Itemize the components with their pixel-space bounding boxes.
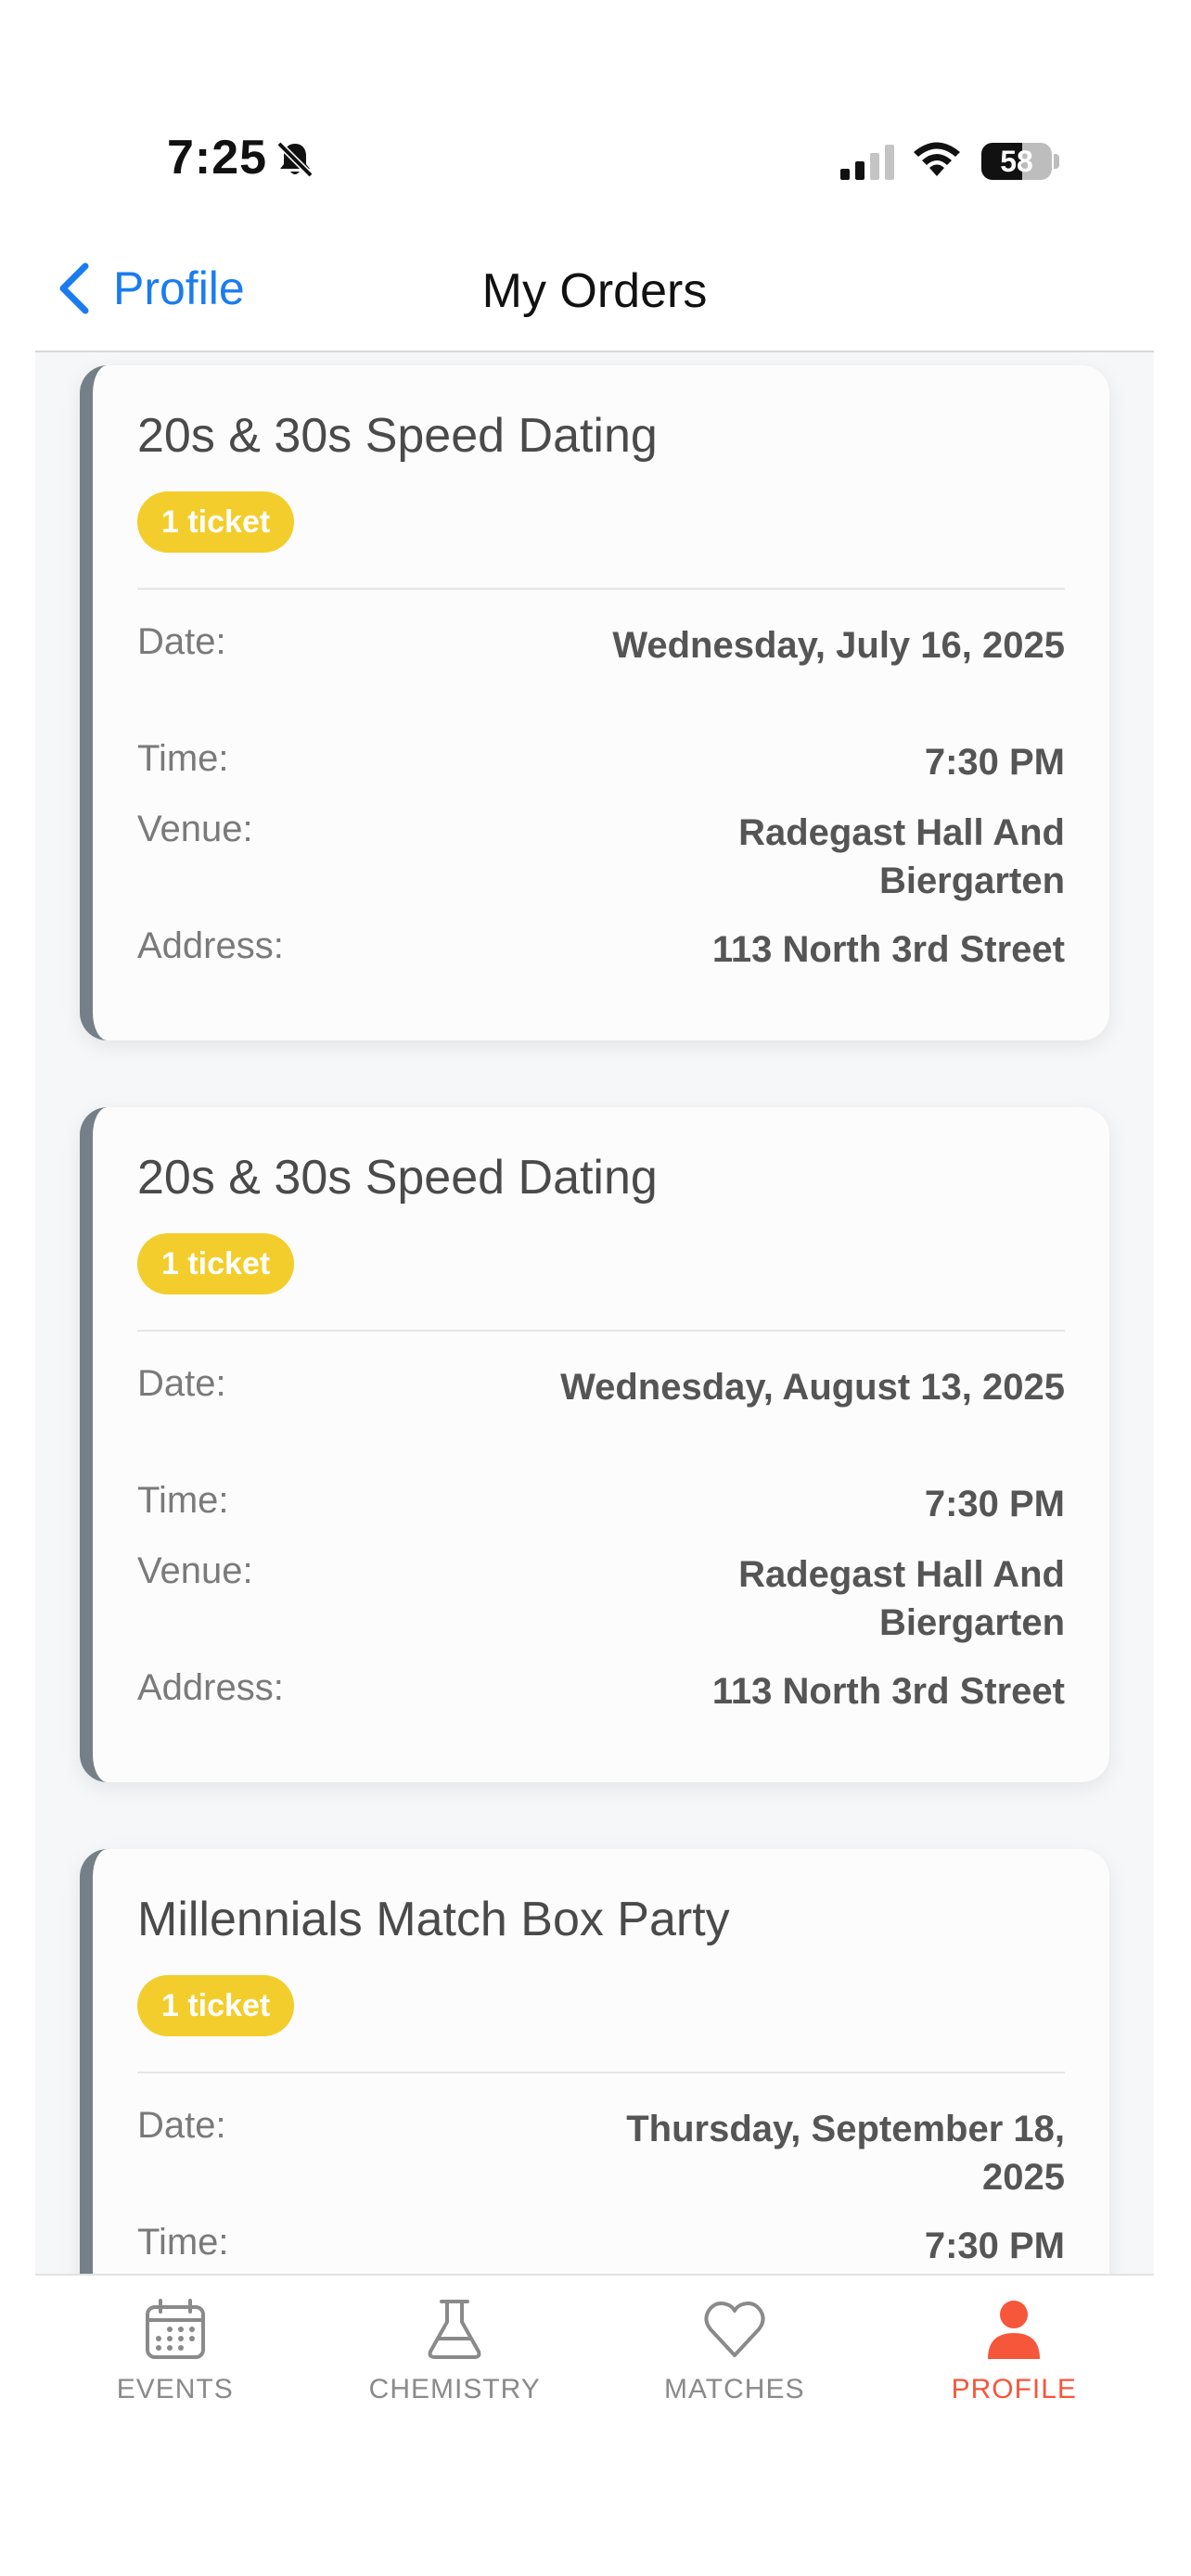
order-card[interactable]: 20s & 30s Speed Dating 1 ticket Date: We… <box>80 1107 1109 1782</box>
tab-matches[interactable]: MATCHES <box>595 2276 875 2450</box>
order-card[interactable]: 20s & 30s Speed Dating 1 ticket Date: We… <box>80 365 1109 1040</box>
card-divider <box>137 2072 1065 2073</box>
tab-chemistry[interactable]: CHEMISTRY <box>315 2276 596 2450</box>
order-card[interactable]: Millennials Match Box Party 1 ticket Dat… <box>80 1849 1109 2274</box>
screen: 7:25 58 Profile My Orders 20s & 30s Spee… <box>0 0 1191 2576</box>
cellular-signal-icon <box>840 145 894 180</box>
address-label: Address: <box>137 1667 284 1708</box>
tab-bar: EVENTS CHEMISTRY MATCHES PROFILE <box>35 2274 1154 2450</box>
flask-icon <box>428 2300 481 2359</box>
status-time: 7:25 <box>167 131 268 185</box>
tab-profile-label: PROFILE <box>951 2374 1077 2404</box>
navigation-bar: Profile My Orders <box>35 223 1154 352</box>
venue-value: Radegast Hall And Biergarten <box>738 812 1065 901</box>
ticket-count-badge: 1 ticket <box>137 491 295 553</box>
date-label: Date: <box>137 621 226 662</box>
time-value: 7:30 PM <box>924 1484 1065 1524</box>
date-value: Wednesday, July 16, 2025 <box>612 625 1065 666</box>
ticket-count-badge: 1 ticket <box>137 1233 295 1294</box>
venue-label: Venue: <box>137 1550 253 1591</box>
tab-events-label: EVENTS <box>116 2374 234 2404</box>
order-title: Millennials Match Box Party <box>137 1893 730 1946</box>
date-label: Date: <box>137 2105 226 2146</box>
heart-icon <box>704 2302 765 2357</box>
order-title: 20s & 30s Speed Dating <box>137 1151 658 1205</box>
address-value: 113 North 3rd Street <box>711 929 1065 970</box>
time-value: 7:30 PM <box>924 2225 1065 2266</box>
card-divider <box>137 588 1065 590</box>
bell-muted-icon <box>276 141 314 178</box>
date-value: Thursday, September 18, 2025 <box>626 2109 1065 2198</box>
address-label: Address: <box>137 925 284 966</box>
battery-indicator: 58 <box>981 143 1052 180</box>
page-title: My Orders <box>481 264 708 318</box>
wifi-icon <box>914 142 960 176</box>
battery-percent: 58 <box>1000 144 1033 178</box>
tab-chemistry-label: CHEMISTRY <box>368 2374 541 2404</box>
card-divider <box>137 1330 1065 1332</box>
battery-cap <box>1054 154 1059 169</box>
date-value: Wednesday, August 13, 2025 <box>560 1367 1065 1408</box>
tab-profile[interactable]: PROFILE <box>875 2276 1155 2450</box>
venue-label: Venue: <box>137 809 253 849</box>
tab-matches-label: MATCHES <box>664 2374 805 2404</box>
calendar-icon <box>145 2299 205 2359</box>
time-label: Time: <box>137 2222 229 2263</box>
tab-events[interactable]: EVENTS <box>35 2276 315 2450</box>
order-title: 20s & 30s Speed Dating <box>137 409 658 463</box>
time-label: Time: <box>137 1480 229 1521</box>
ticket-count-badge: 1 ticket <box>137 1975 295 2036</box>
address-value: 113 North 3rd Street <box>711 1671 1065 1712</box>
status-bar: 7:25 58 <box>0 0 1191 223</box>
orders-list[interactable]: 20s & 30s Speed Dating 1 ticket Date: We… <box>35 352 1154 2274</box>
time-value: 7:30 PM <box>924 742 1065 783</box>
date-label: Date: <box>137 1363 226 1404</box>
venue-value: Radegast Hall And Biergarten <box>738 1554 1065 1643</box>
person-icon <box>988 2301 1041 2359</box>
time-label: Time: <box>137 738 229 779</box>
